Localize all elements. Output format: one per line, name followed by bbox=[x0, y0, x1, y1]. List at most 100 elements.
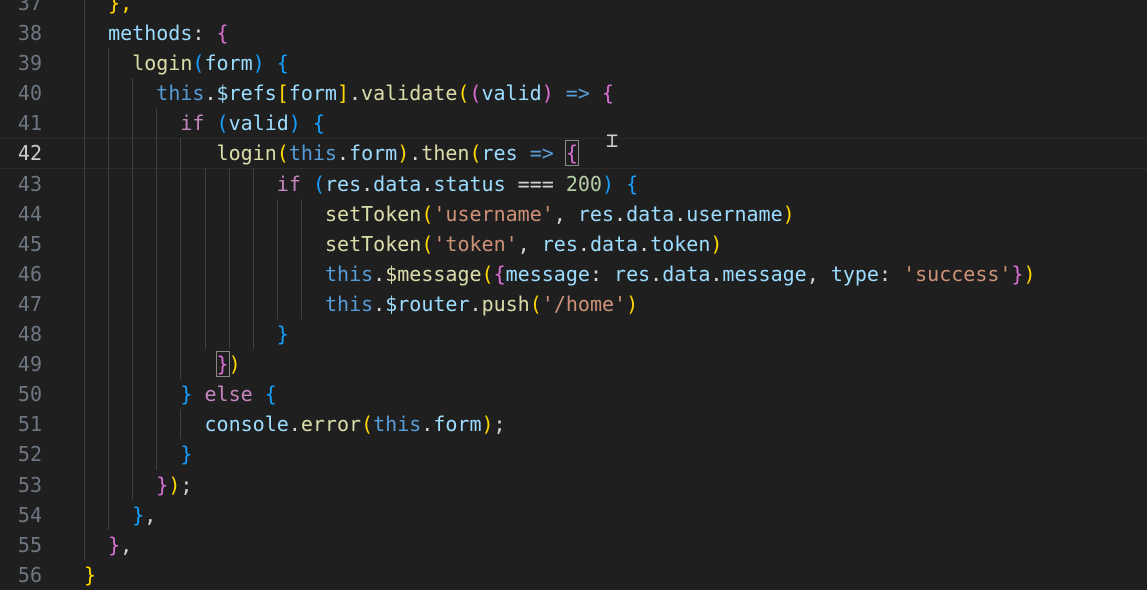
code-line[interactable]: 38 methods: { bbox=[0, 18, 1147, 49]
code-token: console bbox=[204, 412, 289, 437]
code-line[interactable]: 40 this.$refs[form].validate((valid) => { bbox=[0, 78, 1147, 109]
code-text: } bbox=[84, 560, 96, 590]
indent-guide bbox=[300, 258, 302, 289]
code-token: setToken bbox=[325, 231, 422, 256]
code-text: }, bbox=[108, 0, 132, 18]
line-number: 44 bbox=[17, 201, 42, 226]
code-token: ( bbox=[421, 201, 434, 226]
code-line[interactable]: 52} bbox=[0, 439, 1147, 470]
indent-guide bbox=[300, 228, 302, 259]
line-number: 46 bbox=[17, 261, 42, 286]
code-token: . bbox=[638, 231, 651, 256]
indent-guide bbox=[180, 349, 182, 380]
indent-guide bbox=[84, 0, 85, 19]
code-token: message bbox=[505, 261, 590, 286]
code-line[interactable]: 37}, bbox=[0, 0, 1147, 19]
code-line[interactable]: 50} else { bbox=[0, 379, 1147, 410]
line-number: 54 bbox=[17, 502, 42, 527]
code-token: { bbox=[264, 382, 277, 407]
line-number: 53 bbox=[17, 472, 42, 497]
line-number: 39 bbox=[17, 51, 42, 76]
code-line[interactable]: 56} bbox=[0, 560, 1147, 590]
code-token: , bbox=[806, 261, 831, 286]
code-token: data bbox=[662, 261, 711, 286]
indent-guide bbox=[84, 379, 85, 410]
code-token: data bbox=[589, 231, 639, 256]
indent-guide bbox=[84, 349, 85, 380]
code-text: } else { bbox=[180, 379, 276, 409]
code-editor[interactable]: 37}, 38 methods: {39 login(form) {40 this.$r… bbox=[0, 0, 1147, 590]
code-line[interactable]: 51 console.error(this.form); bbox=[0, 409, 1147, 440]
code-token: form bbox=[433, 412, 482, 437]
code-token: ) bbox=[252, 51, 265, 76]
code-line[interactable]: 47 this.$router.push('/home') bbox=[0, 288, 1147, 320]
code-token: else bbox=[204, 382, 253, 407]
indent-guide bbox=[84, 469, 85, 500]
code-line[interactable]: 45 setToken('token', res.data.token) bbox=[0, 228, 1147, 259]
indent-guide bbox=[108, 78, 110, 109]
code-token: form bbox=[204, 51, 253, 76]
code-text: } bbox=[180, 439, 192, 469]
code-text: }); bbox=[156, 470, 192, 500]
indent-guide bbox=[204, 168, 206, 199]
code-token: data bbox=[626, 201, 675, 226]
code-token: } bbox=[84, 562, 97, 587]
code-line[interactable]: 39 login(form) { bbox=[0, 48, 1147, 79]
code-token: valid bbox=[481, 81, 542, 106]
code-line[interactable]: 46 this.$message({message: res.data.messa… bbox=[0, 258, 1147, 289]
code-token: === bbox=[505, 171, 566, 196]
code-line[interactable]: 54}, bbox=[0, 499, 1147, 530]
code-token: $router bbox=[385, 291, 470, 316]
code-line[interactable]: 48} bbox=[0, 319, 1147, 350]
code-text: }, bbox=[132, 500, 156, 530]
code-token: , bbox=[553, 201, 578, 226]
code-token: } bbox=[276, 322, 289, 347]
indent-guide bbox=[180, 409, 182, 440]
indent-guide bbox=[132, 198, 134, 229]
indent-guide bbox=[228, 288, 230, 320]
code-token: 'success' bbox=[903, 261, 1012, 286]
indent-guide bbox=[300, 198, 302, 229]
code-token: this bbox=[325, 261, 374, 286]
code-text: if (valid) { bbox=[180, 108, 325, 138]
code-token: validate bbox=[361, 81, 458, 106]
code-token: res bbox=[324, 171, 362, 196]
code-token: res bbox=[481, 141, 518, 166]
code-token: $refs bbox=[216, 81, 277, 106]
indent-guide bbox=[276, 228, 278, 259]
code-text: methods: { bbox=[108, 18, 228, 48]
indent-guide bbox=[156, 258, 158, 289]
code-line[interactable]: 53}); bbox=[0, 469, 1147, 500]
indent-guide bbox=[84, 168, 85, 199]
code-line[interactable]: 55}, bbox=[0, 529, 1147, 560]
code-token: { bbox=[564, 140, 579, 167]
code-token: . bbox=[710, 261, 723, 286]
line-number: 52 bbox=[17, 442, 42, 467]
code-line[interactable]: 44 setToken('username', res.data.username… bbox=[0, 198, 1147, 229]
code-token: $message bbox=[385, 261, 482, 286]
code-token: } bbox=[180, 442, 193, 467]
indent-guide bbox=[228, 228, 230, 259]
indent-guide bbox=[156, 138, 158, 169]
code-token: ( bbox=[469, 81, 482, 106]
line-number: 47 bbox=[17, 291, 42, 316]
code-token: ) bbox=[626, 291, 639, 316]
code-token: ( bbox=[457, 81, 470, 106]
code-token: ) bbox=[1023, 261, 1036, 286]
code-line[interactable]: 42 login(this.form).then(res => { bbox=[0, 138, 1147, 169]
code-text: this.$refs[form].validate((valid) => { bbox=[156, 78, 614, 108]
line-number: 55 bbox=[17, 532, 42, 557]
code-line[interactable]: 43 if (res.data.status === 200) { bbox=[0, 168, 1147, 199]
code-token: ; bbox=[180, 472, 193, 497]
code-line[interactable]: 41 if (valid) { bbox=[0, 108, 1147, 139]
code-text: setToken('token', res.data.token) bbox=[325, 229, 722, 259]
code-token: if bbox=[180, 111, 205, 136]
indent-guide bbox=[132, 379, 134, 410]
indent-guide bbox=[84, 108, 85, 139]
indent-guide bbox=[132, 288, 134, 320]
code-token: { bbox=[312, 111, 325, 136]
indent-guide bbox=[108, 138, 110, 169]
code-line[interactable]: 49}) bbox=[0, 349, 1147, 380]
